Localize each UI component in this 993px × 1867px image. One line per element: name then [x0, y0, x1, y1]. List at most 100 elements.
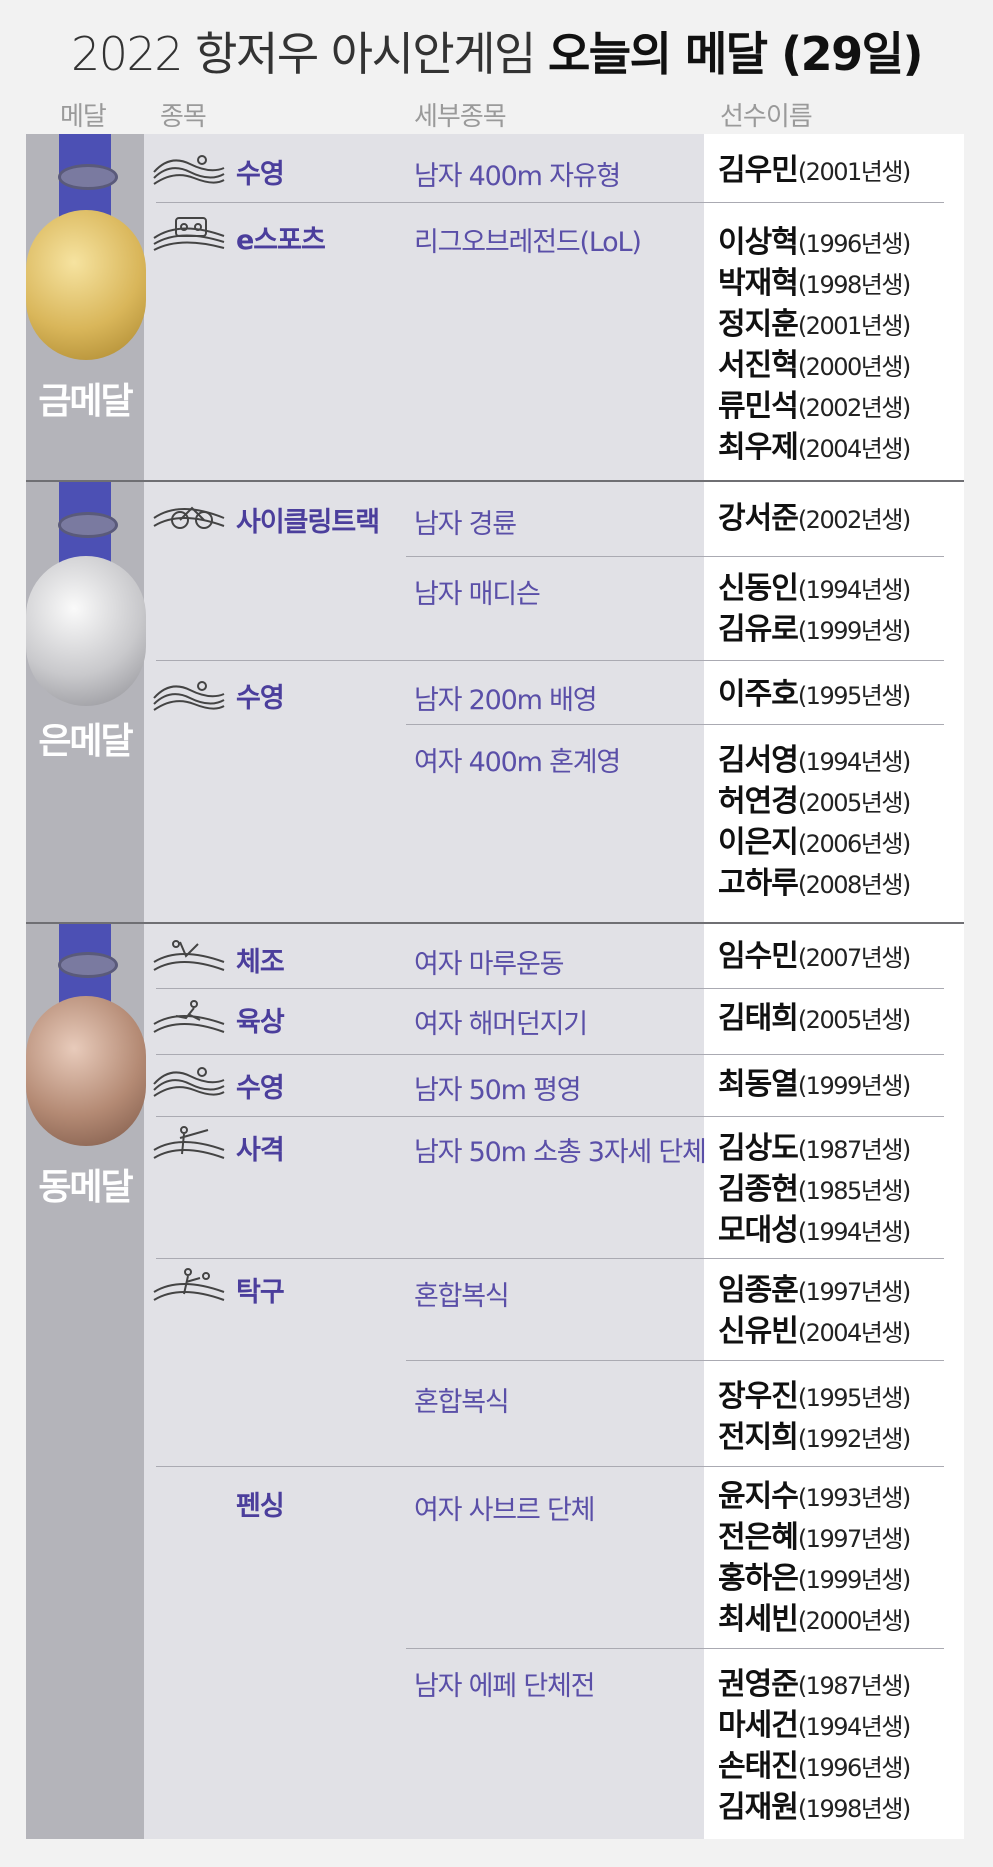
athlete-birth-year: (2001년생)	[797, 312, 911, 340]
athlete-name: 마세건	[718, 1708, 799, 1743]
shooting-icon	[153, 1126, 225, 1159]
event-name: 남자 매디슨	[414, 579, 541, 610]
athlete-entry: 전지희(1992년생)	[718, 1417, 911, 1462]
silver-medal-label: 은메달	[38, 721, 133, 762]
sport-name: 수영	[236, 1073, 285, 1104]
sport-name: 육상	[236, 1007, 285, 1038]
athlete-entry: 정지훈(2001년생)	[718, 304, 911, 349]
athlete-name: 권영준	[718, 1667, 799, 1702]
sport-name: 수영	[236, 683, 285, 714]
athlete-birth-year: (1993년생)	[797, 1484, 911, 1512]
swimming-icon	[153, 681, 225, 711]
athlete-birth-year: (1999년생)	[797, 1072, 911, 1100]
athlete-birth-year: (1994년생)	[797, 748, 911, 776]
header-sport: 종목	[160, 102, 207, 132]
athlete-entry: 권영준(1987년생)	[718, 1664, 911, 1709]
athlete-birth-year: (2002년생)	[797, 506, 911, 534]
athlete-entry: 신유빈(2004년생)	[718, 1311, 911, 1356]
athlete-name: 김태희	[718, 1001, 799, 1036]
row-divider	[406, 1360, 944, 1361]
esports-icon	[153, 217, 225, 251]
bronze-medal-image	[26, 996, 146, 1146]
header-athlete: 선수이름	[720, 102, 813, 132]
event-name: 여자 마루운동	[414, 949, 564, 980]
row-divider	[156, 1466, 944, 1467]
athlete-entry: 신동인(1994년생)	[718, 568, 911, 613]
athlete-name: 전지희	[718, 1420, 799, 1455]
athlete-name: 김재원	[718, 1790, 799, 1825]
athletics-icon	[153, 1000, 225, 1033]
athlete-birth-year: (1997년생)	[797, 1525, 911, 1553]
athlete-birth-year: (1992년생)	[797, 1425, 911, 1453]
athlete-birth-year: (1998년생)	[797, 1795, 911, 1823]
athlete-name: 최우제	[718, 430, 799, 465]
athlete-name: 임종훈	[718, 1273, 799, 1308]
row-divider	[406, 1648, 944, 1649]
event-name: 남자 경륜	[414, 509, 517, 540]
event-name: 여자 400m 혼계영	[414, 747, 621, 778]
athlete-name: 임수민	[718, 939, 799, 974]
athlete-name: 강서준	[718, 501, 799, 536]
athlete-name: 박재혁	[718, 266, 799, 301]
athlete-birth-year: (2005년생)	[797, 1006, 911, 1034]
athlete-name: 류민석	[718, 389, 799, 424]
athlete-birth-year: (1997년생)	[797, 1278, 911, 1306]
athlete-name: 김유로	[718, 612, 799, 647]
athlete-entry: 윤지수(1993년생)	[718, 1476, 911, 1521]
athlete-name: 김서영	[718, 743, 799, 778]
athlete-entry: 전은혜(1997년생)	[718, 1517, 911, 1562]
sport-name: 탁구	[236, 1277, 285, 1308]
athlete-entry: 김재원(1998년생)	[718, 1787, 911, 1832]
athlete-birth-year: (2008년생)	[797, 871, 911, 899]
athlete-entry: 임종훈(1997년생)	[718, 1270, 911, 1315]
athlete-entry: 이주호(1995년생)	[718, 674, 911, 719]
sport-name: 사격	[236, 1135, 285, 1166]
event-name: 남자 50m 소총 3자세 단체	[414, 1137, 707, 1168]
athlete-birth-year: (1998년생)	[797, 271, 911, 299]
athlete-birth-year: (2004년생)	[797, 435, 911, 463]
athlete-name: 이은지	[718, 825, 799, 860]
section-divider	[26, 922, 964, 924]
athlete-birth-year: (1994년생)	[797, 576, 911, 604]
athlete-birth-year: (1987년생)	[797, 1136, 911, 1164]
silver-medal-clasp	[58, 512, 118, 538]
sport-name: 펜싱	[236, 1491, 285, 1522]
row-divider	[406, 724, 944, 725]
athlete-birth-year: (2005년생)	[797, 789, 911, 817]
athlete-birth-year: (1985년생)	[797, 1177, 911, 1205]
athlete-name: 이주호	[718, 677, 799, 712]
event-name: 리그오브레전드(LoL)	[414, 227, 642, 258]
event-name: 여자 사브르 단체	[414, 1495, 595, 1526]
athlete-birth-year: (1994년생)	[797, 1218, 911, 1246]
athlete-birth-year: (1996년생)	[797, 1754, 911, 1782]
header-event: 세부종목	[414, 102, 507, 132]
event-name: 여자 해머던지기	[414, 1009, 588, 1040]
athlete-name: 장우진	[718, 1379, 799, 1414]
athlete-entry: 이은지(2006년생)	[718, 822, 911, 867]
page-title: 2022 항저우 아시안게임 오늘의 메달 (29일)	[0, 18, 993, 84]
athlete-entry: 장우진(1995년생)	[718, 1376, 911, 1421]
event-name: 혼합복식	[414, 1281, 510, 1312]
sport-name: 수영	[236, 159, 285, 190]
gold-medal-clasp	[58, 164, 118, 190]
athlete-birth-year: (1999년생)	[797, 617, 911, 645]
row-divider	[156, 1258, 944, 1259]
athlete-name: 전은혜	[718, 1520, 799, 1555]
athlete-name: 최동열	[718, 1067, 799, 1102]
athlete-name: 손태진	[718, 1749, 799, 1784]
athlete-entry: 최우제(2004년생)	[718, 427, 911, 472]
athlete-birth-year: (2004년생)	[797, 1319, 911, 1347]
athlete-entry: 이상혁(1996년생)	[718, 222, 911, 267]
row-divider	[156, 988, 944, 989]
athlete-entry: 박재혁(1998년생)	[718, 263, 911, 308]
athlete-name: 정지훈	[718, 307, 799, 342]
row-divider	[156, 1054, 944, 1055]
athlete-name: 서진혁	[718, 348, 799, 383]
sport-name: e스포츠	[236, 225, 326, 256]
athlete-name: 윤지수	[718, 1479, 799, 1514]
athlete-birth-year: (2007년생)	[797, 944, 911, 972]
event-name: 남자 에페 단체전	[414, 1671, 595, 1702]
event-name: 남자 200m 배영	[414, 685, 598, 716]
row-divider	[406, 556, 944, 557]
athlete-birth-year: (1996년생)	[797, 230, 911, 258]
